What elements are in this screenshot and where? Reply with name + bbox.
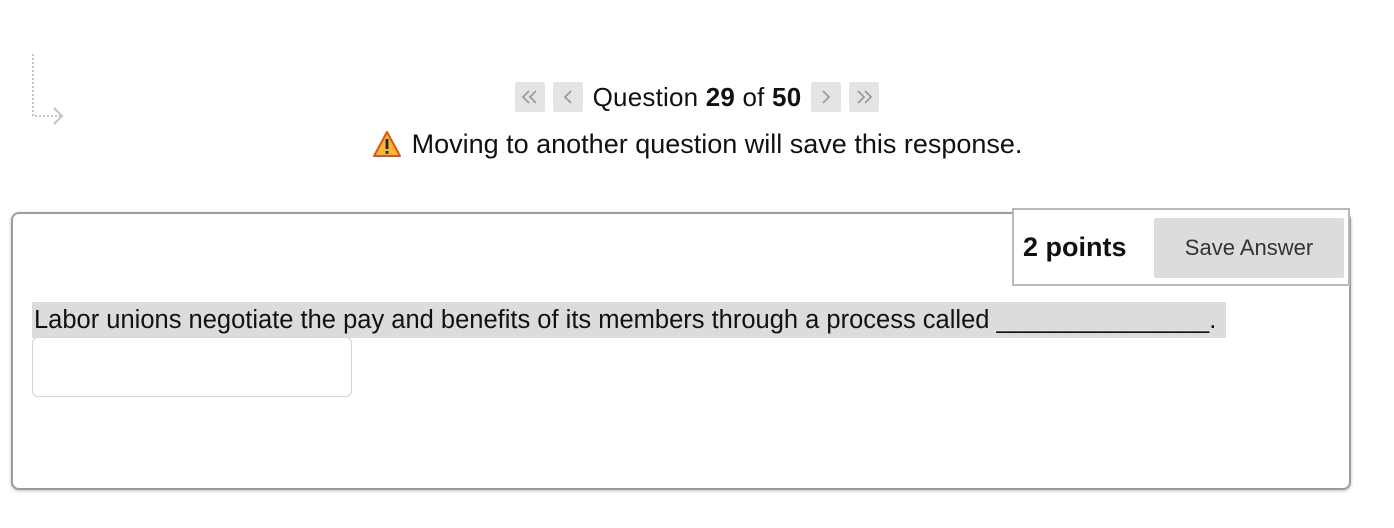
- points-label: 2 points: [1023, 231, 1127, 262]
- chevron-right-icon: [822, 90, 831, 104]
- total-question-count: 50: [772, 81, 802, 112]
- question-navigation: Question 29 of 50: [0, 80, 1394, 114]
- double-chevron-right-icon: [857, 90, 873, 104]
- double-chevron-left-icon: [521, 90, 537, 104]
- warning-triangle-icon: [372, 131, 401, 157]
- first-question-button[interactable]: [514, 82, 545, 112]
- question-word: Question: [592, 81, 699, 112]
- last-question-button[interactable]: [849, 82, 880, 112]
- warning-text: Moving to another question will save thi…: [411, 128, 1023, 159]
- next-question-button[interactable]: [811, 82, 842, 112]
- of-word: of: [742, 81, 765, 112]
- chevron-left-icon: [563, 90, 572, 104]
- current-question-number: 29: [705, 81, 736, 112]
- save-answer-button[interactable]: Save Answer: [1154, 218, 1344, 278]
- save-warning: Moving to another question will save thi…: [0, 126, 1394, 162]
- points-box: 2 points Save Answer: [1012, 208, 1350, 286]
- question-counter: Question 29 of 50: [593, 82, 802, 113]
- answer-input[interactable]: [32, 337, 352, 397]
- question-prompt: Labor unions negotiate the pay and benef…: [32, 302, 1227, 338]
- previous-question-button[interactable]: [552, 82, 583, 112]
